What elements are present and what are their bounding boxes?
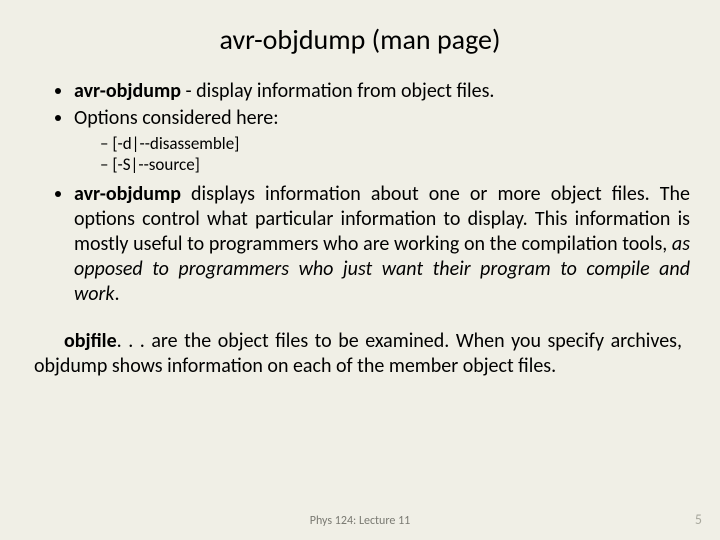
bullet-3-end: . bbox=[115, 282, 120, 306]
bullet-item-1: avr-objdump - display information from o… bbox=[74, 79, 690, 104]
sub-bullet-2: [-S|--source] bbox=[100, 154, 690, 175]
objfile-label: objfile bbox=[64, 329, 117, 353]
sub-bullet-list: [-d|--disassemble] [-S|--source] bbox=[74, 133, 690, 176]
sub-bullet-1: [-d|--disassemble] bbox=[100, 133, 690, 154]
bullet-item-3: avr-objdump displays information about o… bbox=[74, 182, 690, 307]
slide-title: avr-objdump (man page) bbox=[30, 22, 690, 57]
bullet-1-text: - display information from object files. bbox=[181, 79, 495, 103]
paragraph-2: objfile. . . are the object files to be … bbox=[30, 329, 690, 379]
cmd-name: avr-objdump bbox=[74, 79, 181, 103]
bullet-item-2: Options considered here: [-d|--disassemb… bbox=[74, 106, 690, 176]
para2-rest: . . . are the object files to be examine… bbox=[34, 329, 682, 378]
page-number: 5 bbox=[695, 511, 702, 528]
bullet-2-text: Options considered here: bbox=[74, 106, 279, 130]
cmd-name-2: avr-objdump bbox=[74, 182, 181, 206]
bullet-list: avr-objdump - display information from o… bbox=[30, 79, 690, 307]
footer-center: Phys 124: Lecture 11 bbox=[0, 514, 720, 528]
